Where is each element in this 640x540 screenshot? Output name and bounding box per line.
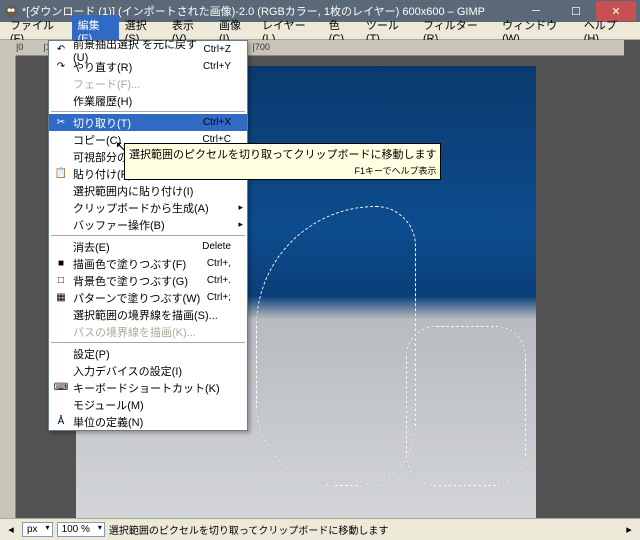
menu-item[interactable]: 選択範囲の境界線を描画(S)... xyxy=(49,306,247,323)
statusbar: ◂ px 100 % 選択範囲のピクセルを切り取ってクリップボードに移動します … xyxy=(0,518,640,540)
menu-item-icon xyxy=(53,132,69,148)
menu-item-label: 入力デバイスの設定(I) xyxy=(73,363,231,379)
menu-item-icon xyxy=(53,239,69,255)
menu-item-icon xyxy=(53,183,69,199)
menu-item-icon: 📋 xyxy=(53,166,69,182)
nav-left-icon[interactable]: ◂ xyxy=(4,523,18,536)
menu-item[interactable]: ↷やり直す(R)Ctrl+Y xyxy=(49,58,247,75)
menu-item-label: 背景色で塗りつぶす(G) xyxy=(73,273,207,289)
submenu-arrow-icon: ▸ xyxy=(238,202,243,213)
menu-item-label: バッファー操作(B) xyxy=(73,217,231,233)
menu-item-icon xyxy=(53,397,69,413)
menu-item[interactable]: ■描画色で塗りつぶす(F)Ctrl+, xyxy=(49,255,247,272)
menu-item[interactable]: ⌨キーボードショートカット(K) xyxy=(49,379,247,396)
menu-item-label: キーボードショートカット(K) xyxy=(73,380,231,396)
menu-item-icon xyxy=(53,149,69,165)
menu-item-icon: ↷ xyxy=(53,59,69,75)
unit-select[interactable]: px xyxy=(22,522,53,537)
menu-item-shortcut: Delete xyxy=(202,241,231,252)
menu-item-label: 選択範囲内に貼り付け(I) xyxy=(73,183,231,199)
menu-item-icon xyxy=(53,324,69,340)
zoom-select[interactable]: 100 % xyxy=(57,522,105,537)
tooltip-help: F1キーでヘルプ表示 xyxy=(129,164,436,177)
menu-item-label: 設定(P) xyxy=(73,346,231,362)
menu-item-icon: □ xyxy=(53,273,69,289)
menu-item[interactable]: ✂切り取り(T)Ctrl+X xyxy=(49,114,247,131)
menu-item-label: パスの境界線を描画(K)... xyxy=(73,324,231,340)
menu-item-label: パターンで塗りつぶす(W) xyxy=(73,290,207,306)
workspace: ↶前景抽出選択 を元に戻す(U)Ctrl+Z↷やり直す(R)Ctrl+Yフェード… xyxy=(0,40,640,518)
ruler-vertical[interactable] xyxy=(0,56,16,518)
selection-marquee xyxy=(256,206,416,486)
menu-item[interactable]: Å単位の定義(N) xyxy=(49,413,247,430)
menu-item-icon: ▦ xyxy=(53,290,69,306)
menu-item-icon xyxy=(53,363,69,379)
submenu-arrow-icon: ▸ xyxy=(238,219,243,230)
menu-item-icon: ✂ xyxy=(53,115,69,131)
menu-item[interactable]: パスの境界線を描画(K)... xyxy=(49,323,247,340)
menu-item-label: 単位の定義(N) xyxy=(73,414,231,430)
menu-separator xyxy=(51,235,245,236)
menu-item-label: クリップボードから生成(A) xyxy=(73,200,231,216)
menu-item[interactable]: 設定(P) xyxy=(49,345,247,362)
menu-item-icon xyxy=(53,307,69,323)
status-message: 選択範囲のピクセルを切り取ってクリップボードに移動します xyxy=(109,522,618,537)
menu-item-shortcut: Ctrl+X xyxy=(203,117,231,128)
menu-item-icon: ↶ xyxy=(53,42,69,58)
menu-item-label: モジュール(M) xyxy=(73,397,231,413)
menu-item-label: 描画色で塗りつぶす(F) xyxy=(73,256,207,272)
ruler-corner xyxy=(0,40,16,56)
menu-separator xyxy=(51,111,245,112)
edit-dropdown: ↶前景抽出選択 を元に戻す(U)Ctrl+Z↷やり直す(R)Ctrl+Yフェード… xyxy=(48,40,248,431)
menu-item-label: 選択範囲の境界線を描画(S)... xyxy=(73,307,231,323)
menubar: ファイル(F) 編集(E) 選択(S) 表示(V) 画像(I) レイヤー(L) … xyxy=(0,22,640,40)
nav-right-icon[interactable]: ▸ xyxy=(622,523,636,536)
menu-item[interactable]: □背景色で塗りつぶす(G)Ctrl+. xyxy=(49,272,247,289)
menu-item[interactable]: ▦パターンで塗りつぶす(W)Ctrl+; xyxy=(49,289,247,306)
menu-item[interactable]: 消去(E)Delete xyxy=(49,238,247,255)
menu-item-icon: ■ xyxy=(53,256,69,272)
menu-item-label: 切り取り(T) xyxy=(73,115,203,131)
menu-item-icon xyxy=(53,200,69,216)
menu-item-shortcut: Ctrl+; xyxy=(207,292,231,303)
menu-item[interactable]: ↶前景抽出選択 を元に戻す(U)Ctrl+Z xyxy=(49,41,247,58)
selection-marquee xyxy=(406,326,526,486)
tooltip-text: 選択範囲のピクセルを切り取ってクリップボードに移動します xyxy=(129,146,436,162)
menu-item[interactable]: バッファー操作(B) ▸ xyxy=(49,216,247,233)
menu-item[interactable]: 選択範囲内に貼り付け(I) xyxy=(49,182,247,199)
menu-item-label: 消去(E) xyxy=(73,239,202,255)
menu-item-shortcut: Ctrl+, xyxy=(207,258,231,269)
menu-item[interactable]: 作業履歴(H) xyxy=(49,92,247,109)
menu-item-shortcut: Ctrl+. xyxy=(207,275,231,286)
tooltip: 選択範囲のピクセルを切り取ってクリップボードに移動します F1キーでヘルプ表示 xyxy=(124,143,441,180)
menu-item-icon: ⌨ xyxy=(53,380,69,396)
menu-item-label: やり直す(R) xyxy=(73,59,203,75)
menu-item[interactable]: フェード(F)... xyxy=(49,75,247,92)
menu-item-icon xyxy=(53,76,69,92)
menu-item-icon xyxy=(53,217,69,233)
menu-separator xyxy=(51,342,245,343)
menu-item-icon xyxy=(53,93,69,109)
menu-item-icon: Å xyxy=(53,414,69,430)
menu-item-icon xyxy=(53,346,69,362)
menu-item[interactable]: モジュール(M) xyxy=(49,396,247,413)
gimp-window: *[ダウンロード (1)] (インポートされた画像)-2.0 (RGBカラー, … xyxy=(0,0,640,540)
menu-item[interactable]: クリップボードから生成(A) ▸ xyxy=(49,199,247,216)
menu-item[interactable]: 入力デバイスの設定(I) xyxy=(49,362,247,379)
menu-item-label: 作業履歴(H) xyxy=(73,93,231,109)
menu-item-label: フェード(F)... xyxy=(73,76,231,92)
menu-item-shortcut: Ctrl+Z xyxy=(204,44,232,55)
menu-item-shortcut: Ctrl+Y xyxy=(203,61,231,72)
